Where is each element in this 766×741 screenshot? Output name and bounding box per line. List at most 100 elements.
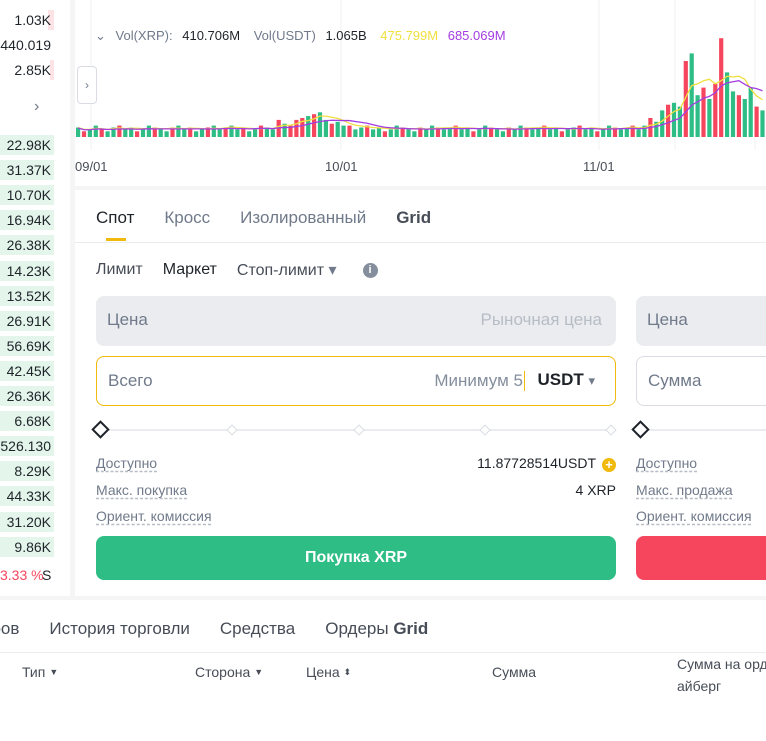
buy-price-label: Цена <box>107 310 148 329</box>
bid-amount: 44.33K <box>6 488 51 505</box>
max-buy-label: Макс. покупка <box>96 482 188 498</box>
volume-bar <box>471 131 476 137</box>
max-buy-value: 4 XRP <box>575 482 616 498</box>
chevron-down-icon[interactable]: ⌄ <box>95 28 106 43</box>
volume-bar <box>335 121 340 137</box>
volume-bar <box>406 129 411 137</box>
volume-bar <box>494 129 500 137</box>
divider <box>0 652 766 653</box>
buy-price-placeholder: Рыночная цена <box>480 310 603 329</box>
bid-amount: 31.37K <box>6 162 51 179</box>
sell-price-field[interactable]: Цена <box>636 296 766 346</box>
volume-bar <box>217 129 222 137</box>
bid-amount: 56.69K <box>6 337 51 354</box>
slider-handle[interactable] <box>631 420 650 439</box>
bid-amount: 13.52K <box>6 287 51 304</box>
collapse-chart-button[interactable]: › <box>77 66 97 104</box>
column-iceberg-line1: Сумма на орд <box>677 656 766 672</box>
column-type[interactable]: Тип ▼ <box>22 664 58 680</box>
tab-funds[interactable]: Средства <box>220 619 295 639</box>
volume-bar <box>93 125 98 137</box>
buy-total-label: Всего <box>108 371 153 390</box>
tab-limit[interactable]: Лимит <box>96 261 143 279</box>
volume-bar <box>194 131 199 137</box>
vol-usdt-value: 1.065B <box>325 28 367 43</box>
volume-bar <box>329 123 334 137</box>
buy-total-placeholder: Минимум 5 <box>434 371 523 390</box>
grid-orders-prefix: Ордеры <box>325 619 389 638</box>
ask-amount: 1.03K <box>14 12 51 28</box>
column-side[interactable]: Сторона ▼ <box>195 664 263 680</box>
fee-label: Ориент. комиссия <box>96 508 212 524</box>
buy-price-field[interactable]: Цена Рыночная цена <box>96 296 616 346</box>
tab-stop-limit[interactable]: Стоп-лимит ▾ <box>237 260 337 280</box>
slider-tick[interactable] <box>605 424 617 436</box>
volume-bar <box>607 125 612 137</box>
volume-bar <box>636 129 641 137</box>
volume-bar <box>441 129 446 137</box>
tab-market[interactable]: Маркет <box>163 261 217 279</box>
volume-bar <box>412 131 417 137</box>
buy-button[interactable]: Покупка XRP <box>96 536 616 580</box>
tab-cross[interactable]: Кросс <box>164 208 210 228</box>
ma2-value: 685.069M <box>447 28 506 43</box>
caret-down-icon: ▾ <box>588 373 595 388</box>
slider-tick[interactable] <box>353 424 365 436</box>
ask-amount: 440.019 <box>0 37 51 53</box>
tab-isolated[interactable]: Изолированный <box>240 208 366 228</box>
buy-ratio: 3.33 % <box>0 567 44 583</box>
volume-bar <box>530 129 535 137</box>
sell-amount-input[interactable]: Сумма <box>636 356 766 406</box>
tab-trade-history[interactable]: История торговли <box>49 619 190 639</box>
volume-bar <box>394 125 399 137</box>
margin-tabs: Спот Кросс Изолированный Grid <box>96 208 431 241</box>
sell-price-label: Цена <box>647 310 688 329</box>
available-label: Доступно <box>96 455 158 471</box>
slider-tick[interactable] <box>226 424 238 436</box>
slider-tick[interactable] <box>479 424 491 436</box>
column-price[interactable]: Цена ⬍ <box>306 664 351 680</box>
order-book: 1.03K 440.019 2.85K › 22.98K 31.37K 10.70K… <box>0 0 70 596</box>
volume-bar <box>512 129 517 137</box>
bid-amount: 14.23K <box>6 262 51 279</box>
grid-orders-suffix: Grid <box>393 619 429 638</box>
column-iceberg: Сумма на орд айберг <box>677 653 766 697</box>
currency-select[interactable]: USDT ▾ <box>537 370 595 390</box>
tab-open-orders[interactable]: еров <box>0 619 19 639</box>
currency-label: USDT <box>537 370 584 389</box>
available-value: 11.87728514USDT + <box>477 455 616 472</box>
bid-amount: 22.98K <box>6 137 51 153</box>
plus-icon[interactable]: + <box>602 458 616 472</box>
tab-spot[interactable]: Спот <box>96 208 134 241</box>
volume-bar <box>140 129 146 137</box>
bid-amount: 26.91K <box>6 312 51 329</box>
date-tick: 10/01 <box>325 159 358 174</box>
sell-available-label: Доступно <box>636 455 698 471</box>
chevron-right-icon[interactable]: › <box>34 98 39 116</box>
bid-amount: 8.29K <box>14 463 51 480</box>
caret-down-icon: ▾ <box>328 262 337 279</box>
tab-grid[interactable]: Grid <box>396 208 431 228</box>
caret-down-icon: ▼ <box>49 667 59 677</box>
volume-bar <box>158 129 163 137</box>
buy-total-input[interactable]: Всего Минимум 5 USDT ▾ <box>96 356 616 406</box>
volume-bar <box>565 129 570 137</box>
slider-handle[interactable] <box>91 420 110 439</box>
info-icon[interactable]: i <box>362 262 378 278</box>
volume-bar <box>677 106 682 137</box>
tab-grid-orders[interactable]: Ордеры Grid <box>325 619 428 639</box>
bid-amount: 526.130 <box>0 438 51 455</box>
volume-bar <box>176 125 181 137</box>
volume-bar <box>306 116 311 137</box>
orders-tabs: еров История торговли Средства Ордеры Gr… <box>0 619 428 639</box>
volume-bar <box>430 125 435 137</box>
volume-bar <box>595 131 600 137</box>
column-side-label: Сторона <box>195 664 251 680</box>
buy-slider[interactable] <box>91 420 619 440</box>
volume-bar <box>559 131 564 137</box>
caret-down-icon: ▼ <box>254 667 264 677</box>
column-amount: Сумма <box>492 664 536 680</box>
sell-button[interactable] <box>636 536 766 580</box>
ma1-value: 475.799M <box>380 28 439 43</box>
sell-slider[interactable] <box>631 420 766 440</box>
